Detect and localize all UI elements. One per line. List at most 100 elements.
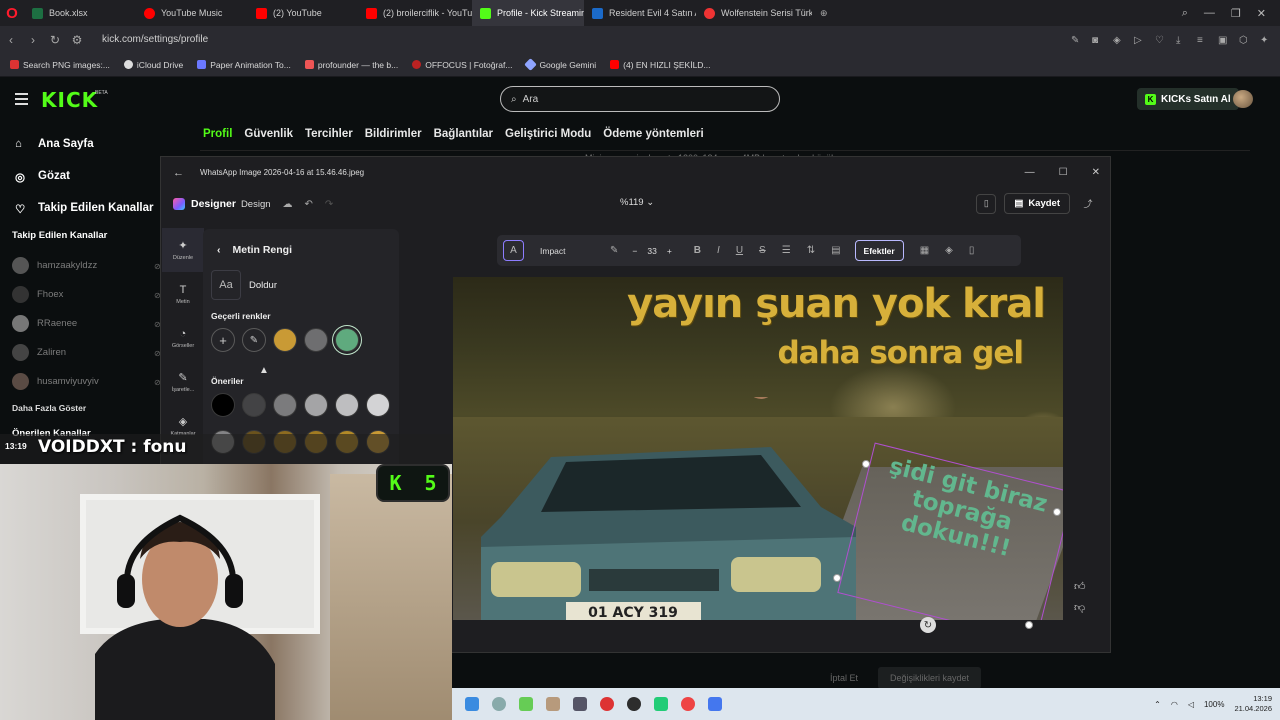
app-icon[interactable]	[546, 697, 560, 711]
kick-logo[interactable]: KICK	[41, 88, 98, 112]
color-swatch[interactable]	[242, 393, 266, 417]
search-input[interactable]: ⌕ Ara	[500, 86, 780, 112]
close-icon[interactable]: ✕	[1092, 167, 1100, 178]
maximize-icon[interactable]: ☐	[1059, 167, 1068, 178]
spacing-icon[interactable]: ⇅	[807, 245, 815, 256]
bookmark-item[interactable]: (4) EN HIZLI ŞEKİLD...	[610, 60, 711, 70]
cancel-button[interactable]: İptal Et	[830, 667, 858, 689]
redo-icon[interactable]: ↷	[325, 199, 333, 210]
bookmark-item[interactable]: iCloud Drive	[123, 60, 183, 70]
reload-icon[interactable]: ↻	[44, 33, 66, 47]
text-color-button[interactable]: A	[503, 240, 524, 261]
tab-youtube[interactable]: (2) YouTube	[248, 0, 358, 26]
search-icon[interactable]	[492, 697, 506, 711]
italic-icon[interactable]: I	[717, 245, 720, 256]
add-color-icon[interactable]: +	[211, 328, 235, 352]
list-item[interactable]: Fhoex ⊘	[12, 280, 162, 309]
buy-kicks-button[interactable]: K KICKs Satın Al	[1137, 88, 1239, 110]
tab-preferences[interactable]: Tercihler	[305, 128, 353, 140]
list-icon[interactable]: ▤	[831, 245, 840, 256]
font-select[interactable]: Impact	[540, 246, 610, 256]
tab-notifications[interactable]: Bildirimler	[365, 128, 422, 140]
new-tab-button[interactable]: ⊕	[812, 0, 832, 26]
bookmark-item[interactable]: OFFOCUS | Fotoğraf...	[412, 60, 512, 70]
tab-profile[interactable]: Profil	[203, 128, 232, 140]
underline-icon[interactable]: U	[736, 245, 743, 256]
tab-developer[interactable]: Geliştirici Modu	[505, 128, 591, 140]
camera-icon[interactable]: ◙	[1092, 35, 1102, 46]
tab-security[interactable]: Güvenlik	[244, 128, 293, 140]
color-swatch[interactable]	[211, 393, 235, 417]
opera-icon[interactable]	[600, 697, 614, 711]
headline-text[interactable]: yayın şuan yok kral	[623, 281, 1046, 327]
battery-level[interactable]: 100%	[1204, 700, 1224, 709]
save-button[interactable]: ▤ Kaydet	[1004, 193, 1070, 214]
cube-icon[interactable]: ⬡	[1239, 35, 1249, 46]
tab-youtube-music[interactable]: YouTube Music	[136, 0, 248, 26]
color-swatch[interactable]	[273, 328, 297, 352]
bookmark-item[interactable]: Paper Animation To...	[197, 60, 291, 70]
wallet-icon[interactable]: ▣	[1218, 35, 1228, 46]
nav-home[interactable]: ⌂ Ana Sayfa	[15, 128, 153, 160]
thumbs-down-icon[interactable]: 👎︎	[1074, 598, 1086, 619]
play-icon[interactable]: ▷	[1134, 35, 1144, 46]
font-size-value[interactable]: 33	[647, 246, 656, 256]
wifi-icon[interactable]: ◠	[1171, 700, 1178, 709]
color-swatch[interactable]	[304, 328, 328, 352]
minimize-icon[interactable]: —	[1025, 167, 1035, 178]
layers-icon[interactable]: ◈	[945, 245, 953, 256]
resize-handle[interactable]	[833, 574, 841, 582]
app-icon[interactable]	[708, 697, 722, 711]
obs-icon[interactable]	[627, 697, 641, 711]
bold-icon[interactable]: B	[694, 245, 701, 256]
bookmark-item[interactable]: profounder — the b...	[304, 60, 398, 70]
menu-icon[interactable]: ≡	[1197, 35, 1207, 46]
color-swatch[interactable]	[335, 393, 359, 417]
color-swatch[interactable]	[366, 393, 390, 417]
app-icon[interactable]	[654, 697, 668, 711]
menu-icon[interactable]	[15, 93, 28, 108]
edit-icon[interactable]: ✎	[1071, 35, 1081, 46]
tab-connections[interactable]: Bağlantılar	[434, 128, 493, 140]
resize-handle[interactable]	[1053, 508, 1061, 516]
avatar[interactable]	[1233, 90, 1253, 108]
restore-icon[interactable]: ❐	[1231, 7, 1241, 20]
tab-payment[interactable]: Ödeme yöntemleri	[603, 128, 703, 140]
list-item[interactable]: RRaenee ⊘	[12, 309, 162, 338]
color-swatch[interactable]	[304, 393, 328, 417]
back-chevron-icon[interactable]: ‹	[217, 244, 221, 256]
list-item[interactable]: Zaliren ⊘	[12, 338, 162, 367]
undo-icon[interactable]: ↶	[305, 199, 313, 210]
opera-logo-icon[interactable]: O	[0, 0, 24, 26]
close-icon[interactable]: ✕	[1257, 7, 1266, 20]
rotate-handle-icon[interactable]: ↻	[920, 617, 936, 633]
fill-option[interactable]: Aa Doldur	[211, 270, 277, 300]
tab-book-xlsx[interactable]: Book.xlsx	[24, 0, 136, 26]
effects-button[interactable]: Efektler	[854, 240, 904, 261]
show-more-link[interactable]: Daha Fazla Göster	[12, 403, 86, 413]
tab-wolfenstein[interactable]: Wolfenstein Serisi Türkçe	[696, 0, 812, 26]
pencil-icon[interactable]: ✎	[610, 245, 618, 256]
subheadline-text[interactable]: daha sonra gel	[753, 335, 1024, 371]
minimize-icon[interactable]: —	[1204, 7, 1215, 19]
nav-following[interactable]: ♡ Takip Edilen Kanallar	[15, 192, 153, 224]
forward-icon[interactable]: ›	[22, 33, 44, 47]
list-item[interactable]: husamviyuvyiv ⊘	[12, 367, 162, 396]
start-icon[interactable]	[465, 697, 479, 711]
shield-icon[interactable]: ◈	[1113, 35, 1123, 46]
bookmark-item[interactable]: Search PNG images:...	[10, 60, 110, 70]
download-icon[interactable]: ⤓	[1176, 35, 1186, 46]
delete-icon[interactable]: ▯	[969, 245, 975, 256]
heart-icon[interactable]: ♡	[1155, 35, 1165, 46]
aria-icon[interactable]: ✦	[1260, 35, 1270, 46]
url-field[interactable]: kick.com/settings/profile	[102, 34, 208, 45]
search-tabs-icon[interactable]: ⌕	[1182, 7, 1188, 20]
app-icon[interactable]	[519, 697, 533, 711]
app-icon[interactable]	[573, 697, 587, 711]
color-swatch-selected[interactable]	[335, 328, 359, 352]
share-icon[interactable]: ⤴	[1078, 194, 1098, 214]
transparency-icon[interactable]: ▦	[920, 245, 929, 256]
list-item[interactable]: hamzaakyldzz ⊘	[12, 251, 162, 280]
rail-markup[interactable]: ✎ İşaretle...	[162, 360, 204, 404]
resize-handle[interactable]	[1025, 621, 1033, 629]
